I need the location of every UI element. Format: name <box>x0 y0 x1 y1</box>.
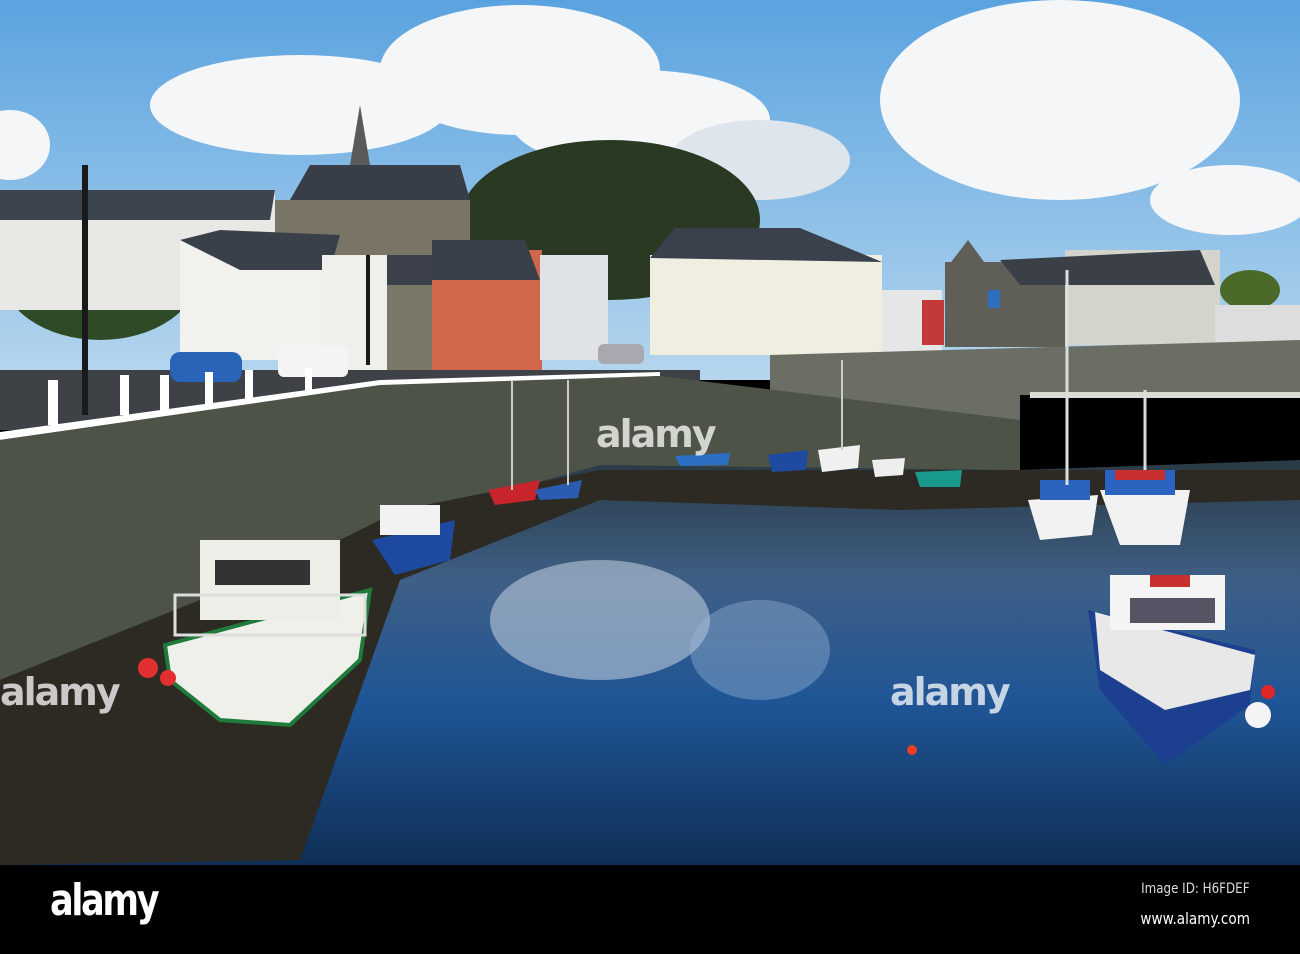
harbour-photo: alamy alamy alamy <box>0 0 1300 865</box>
watermark-left: alamy <box>0 670 121 714</box>
watermark-center: alamy <box>596 412 717 456</box>
image-id: Image ID: H6FDEF <box>1141 881 1250 897</box>
watermark-right: alamy <box>890 670 1011 714</box>
alamy-logo: alamy <box>50 875 160 926</box>
footer-bar: alamy Image ID: H6FDEF www.alamy.com <box>0 865 1300 954</box>
website-link[interactable]: www.alamy.com <box>1140 909 1250 928</box>
